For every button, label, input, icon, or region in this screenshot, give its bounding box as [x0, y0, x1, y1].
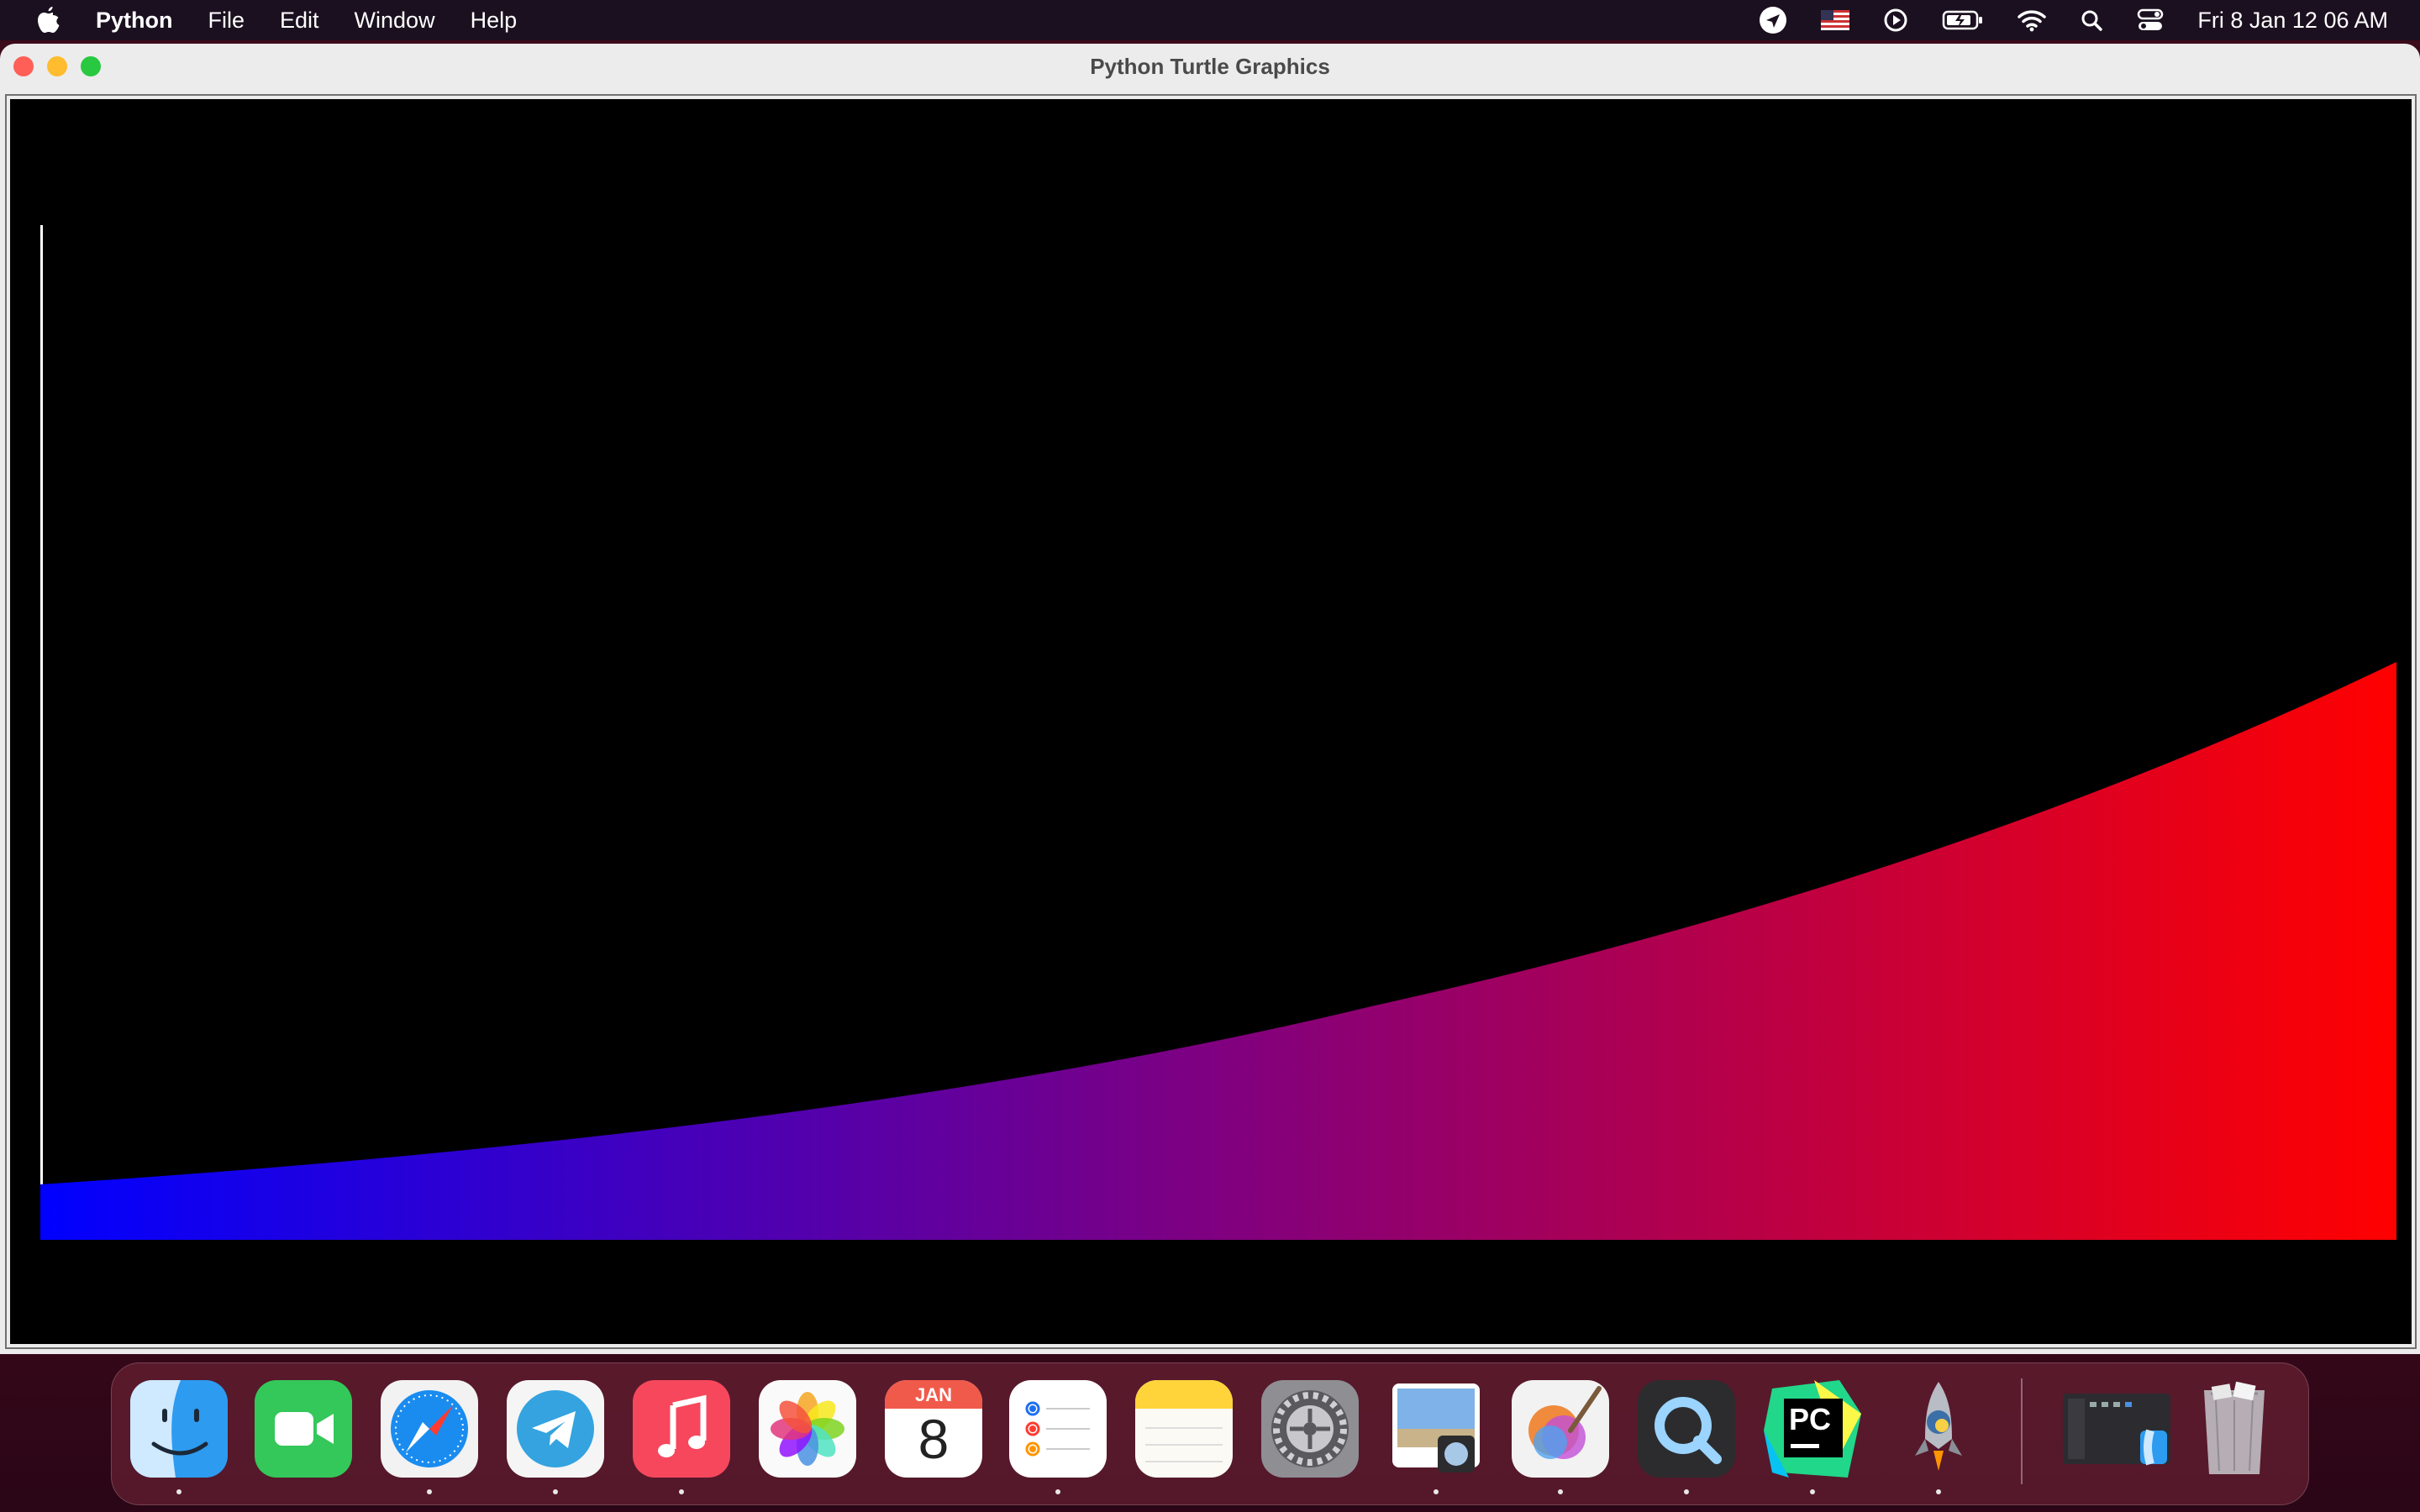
dock-telegram-icon[interactable]	[507, 1380, 604, 1478]
dock-photos-icon[interactable]	[759, 1380, 856, 1478]
battery-icon[interactable]	[1942, 9, 1984, 31]
menubar-clock[interactable]: Fri 8 Jan 12 06 AM	[2197, 8, 2388, 34]
dock-running-indicator	[427, 1489, 432, 1494]
dock-facetime-icon[interactable]	[255, 1380, 352, 1478]
dock-pixelmator-icon[interactable]	[1512, 1380, 1609, 1478]
dock-system-preferences-icon[interactable]	[1261, 1380, 1359, 1478]
dock-separator	[2021, 1378, 2023, 1484]
location-icon[interactable]	[1759, 6, 1787, 34]
apple-icon[interactable]	[34, 3, 64, 37]
dock: JAN 8 PC	[111, 1362, 2309, 1505]
us-flag-icon[interactable]	[1821, 10, 1850, 30]
window-title: Python Turtle Graphics	[1090, 54, 1330, 79]
dock-running-indicator	[1055, 1489, 1060, 1494]
menu-help[interactable]: Help	[471, 8, 518, 34]
dock-notes-icon[interactable]	[1135, 1380, 1233, 1478]
dock-running-indicator	[176, 1489, 182, 1494]
pycharm-label: PC	[1789, 1402, 1832, 1436]
menu-edit[interactable]: Edit	[280, 8, 319, 34]
dock-safari-icon[interactable]	[381, 1380, 478, 1478]
dock-trash-icon[interactable]	[2186, 1380, 2283, 1478]
calendar-month: JAN	[885, 1380, 982, 1409]
dock-running-indicator	[679, 1489, 684, 1494]
window-titlebar[interactable]: Python Turtle Graphics	[0, 44, 2420, 91]
play-circle-icon[interactable]	[1883, 8, 1908, 33]
dock-running-indicator	[553, 1489, 558, 1494]
control-center-icon[interactable]	[2137, 8, 2164, 32]
dock-quicktime-icon[interactable]	[1638, 1380, 1735, 1478]
dock-downloads-stack-icon[interactable]	[2060, 1380, 2174, 1478]
turtle-drawing	[40, 225, 2396, 1240]
dock-running-indicator	[1684, 1489, 1689, 1494]
menu-file[interactable]: File	[208, 8, 245, 34]
calendar-day: 8	[918, 1408, 950, 1470]
dock-reminders-icon[interactable]	[1009, 1380, 1107, 1478]
canvas-frame	[5, 94, 2417, 1349]
dock-music-icon[interactable]	[633, 1380, 730, 1478]
dock-finder-icon[interactable]	[130, 1380, 228, 1478]
turtle-window: Python Turtle Graphics	[0, 44, 2420, 1354]
menu-window[interactable]: Window	[355, 8, 435, 34]
dock-running-indicator	[1434, 1489, 1439, 1494]
dock-python-launcher-icon[interactable]	[1890, 1380, 1987, 1478]
search-icon[interactable]	[2080, 8, 2103, 32]
dock-running-indicator	[1810, 1489, 1815, 1494]
wifi-icon[interactable]	[2018, 8, 2047, 32]
dock-running-indicator	[1558, 1489, 1563, 1494]
menu-app-name[interactable]: Python	[96, 8, 173, 34]
dock-running-indicator	[1936, 1489, 1941, 1494]
dock-calendar-icon[interactable]: JAN 8	[885, 1380, 982, 1478]
pycharm-underscore	[1791, 1444, 1819, 1448]
menu-bar: Python File Edit Window Help Fri 8 Jan 1…	[0, 0, 2420, 40]
turtle-canvas[interactable]	[10, 99, 2412, 1344]
dock-pycharm-icon[interactable]: PC	[1764, 1380, 1861, 1478]
gradient-filled-curve	[40, 662, 2396, 1240]
dock-preview-icon[interactable]	[1387, 1380, 1485, 1478]
